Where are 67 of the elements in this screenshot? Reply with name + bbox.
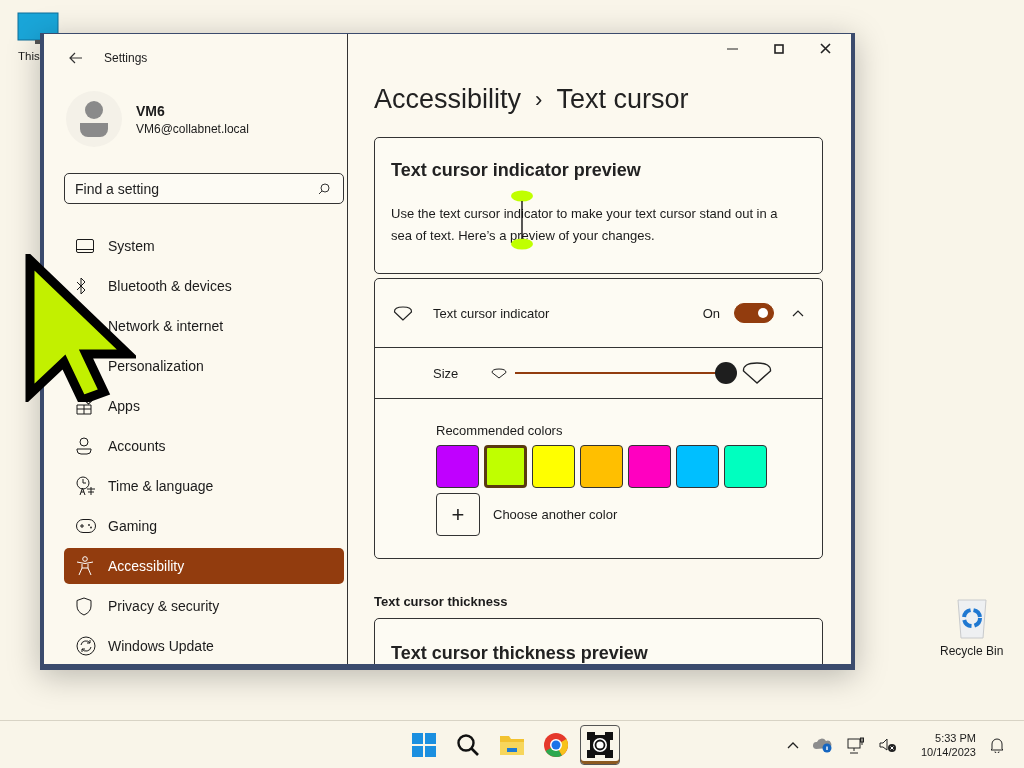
gear-icon: [586, 731, 614, 759]
large-bubble-icon: [742, 362, 772, 384]
network-icon[interactable]: [846, 736, 865, 754]
section-heading: Text cursor thickness: [374, 594, 509, 609]
back-arrow-icon[interactable]: [69, 51, 83, 64]
chevron-up-icon[interactable]: [786, 741, 799, 749]
color-swatch[interactable]: [436, 445, 479, 488]
settings-button[interactable]: [580, 725, 620, 765]
color-swatch[interactable]: [676, 445, 719, 488]
page-title: Text cursor: [556, 84, 689, 115]
monitor-icon: [76, 238, 94, 254]
card-title: Text cursor indicator preview: [391, 160, 642, 181]
sidebar-item[interactable]: Apps: [64, 388, 344, 424]
desktop-icon-label[interactable]: This: [18, 50, 40, 62]
sidebar-item[interactable]: System: [64, 228, 344, 264]
shield-icon: [76, 596, 92, 616]
cloud-icon[interactable]: [812, 737, 833, 753]
color-swatch[interactable]: [724, 445, 767, 488]
choose-color-label[interactable]: Choose another color: [493, 507, 618, 522]
add-color-button[interactable]: +: [436, 493, 480, 536]
toggle-switch[interactable]: [734, 303, 774, 323]
size-label: Size: [433, 365, 460, 381]
search-icon: [318, 183, 330, 195]
search-icon: [456, 733, 480, 757]
account-email: VM6@collabnet.local: [136, 121, 249, 136]
accessibility-figure-icon: [76, 556, 94, 576]
sidebar-item[interactable]: Time & language: [64, 468, 344, 504]
maximize-icon[interactable]: [774, 43, 784, 54]
browser-logo-icon: [543, 732, 569, 758]
setting-label: Text cursor indicator: [433, 305, 551, 321]
color-swatch[interactable]: [532, 445, 575, 488]
sidebar-item[interactable]: Bluetooth & devices: [64, 268, 344, 304]
sidebar-item[interactable]: Accounts: [64, 428, 344, 464]
recycle-bin-icon[interactable]: [954, 598, 989, 640]
breadcrumb-separator: ›: [535, 86, 543, 113]
sidebar-item[interactable]: Accessibility: [64, 548, 344, 584]
windows-logo-icon: [412, 733, 436, 757]
minimize-icon[interactable]: [727, 47, 738, 50]
speech-bubble-icon: [393, 305, 413, 321]
chevron-icon[interactable]: [792, 309, 804, 317]
muted-speaker-icon[interactable]: [878, 737, 897, 753]
refresh-icon: [76, 636, 96, 656]
bell-icon[interactable]: [990, 737, 1004, 753]
desktop-icon-label[interactable]: Recycle Bin: [940, 644, 1004, 658]
sidebar-item[interactable]: Gaming: [64, 508, 344, 544]
color-swatch[interactable]: [580, 445, 623, 488]
clock-time[interactable]: 5:33 PM: [935, 732, 976, 744]
bluetooth-icon: [76, 277, 86, 295]
section-label: Recommended colors: [436, 423, 564, 438]
window-title: Settings: [104, 50, 148, 65]
sidebar-item[interactable]: Windows Update: [64, 628, 344, 664]
color-swatch[interactable]: [628, 445, 671, 488]
sidebar-item[interactable]: Privacy & security: [64, 588, 344, 624]
small-bubble-icon: [491, 367, 507, 379]
account-name: VM6: [136, 102, 166, 119]
color-swatch[interactable]: [484, 445, 527, 488]
clock-date[interactable]: 10/14/2023: [920, 746, 976, 758]
breadcrumb-parent[interactable]: Accessibility: [374, 84, 522, 115]
clock-language-icon: [76, 476, 96, 496]
folder-icon: [499, 734, 525, 756]
card-title: Text cursor thickness preview: [391, 643, 649, 664]
close-icon[interactable]: [820, 43, 831, 54]
gamepad-icon: [76, 519, 96, 533]
slider-thumb[interactable]: [715, 362, 737, 384]
toggle-state-text: On: [702, 305, 720, 321]
person-icon: [76, 437, 92, 455]
search-field[interactable]: Find a setting: [64, 173, 344, 204]
